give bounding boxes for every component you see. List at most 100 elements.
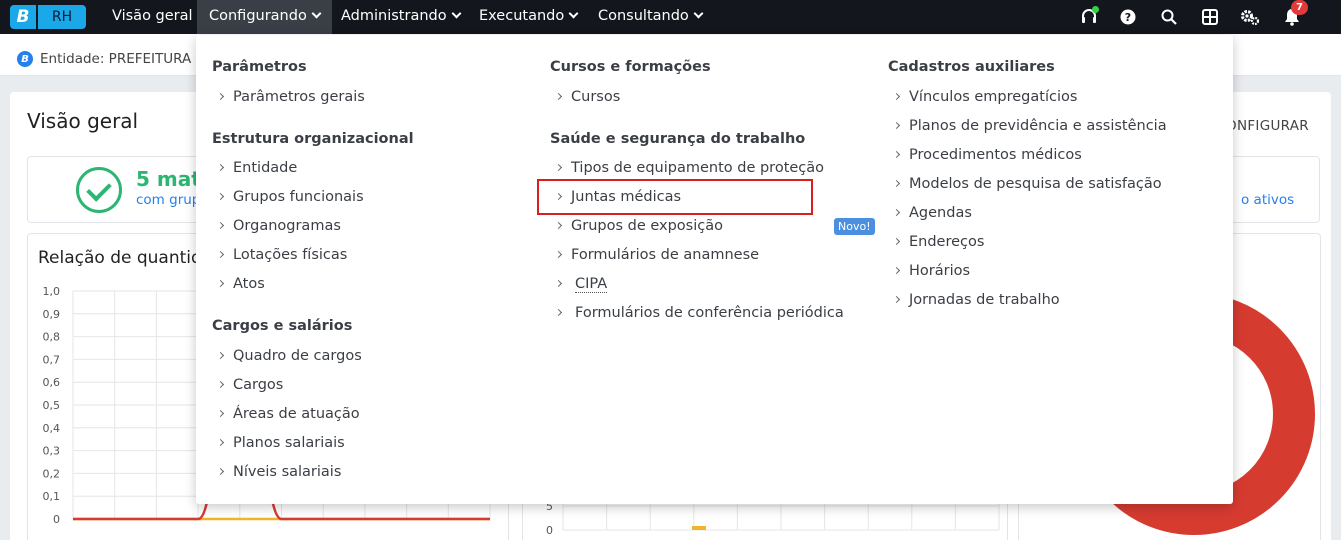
settings-icon[interactable]: [1240, 7, 1260, 27]
nav-consultando[interactable]: Consultando: [586, 0, 714, 34]
chevron-right-icon: [216, 438, 225, 447]
nav-configurando[interactable]: Configurando: [197, 0, 332, 34]
svg-text:?: ?: [1125, 11, 1131, 24]
logo-rh: RH: [36, 5, 86, 29]
menu-group-saude: Saúde e segurança do trabalho: [550, 131, 806, 147]
y-tick-label: 0,4: [43, 422, 61, 435]
nav-label: Visão geral: [112, 8, 193, 24]
chevron-right-icon: [216, 92, 225, 101]
chevron-right-icon: [892, 237, 901, 246]
menu-item-atos[interactable]: Atos: [216, 276, 265, 292]
menu-item-grupos-de-exposicao[interactable]: Grupos de exposição: [554, 218, 723, 234]
notification-badge: 7: [1291, 0, 1308, 15]
app-logo[interactable]: B RH: [10, 5, 86, 29]
menu-item-planos-salariais[interactable]: Planos salariais: [216, 435, 345, 451]
chevron-right-icon: [554, 92, 563, 101]
chevron-right-icon: [892, 266, 901, 275]
chevron-right-icon: [216, 192, 225, 201]
menu-item-horarios[interactable]: Horários: [892, 263, 971, 279]
menu-item-procedimentos-medicos[interactable]: Procedimentos médicos: [892, 147, 1082, 163]
menu-group-cursos: Cursos e formações: [550, 59, 711, 75]
bar-chart: 50: [546, 504, 1000, 537]
chevron-right-icon: [892, 150, 901, 159]
logo-b: B: [10, 5, 36, 29]
y-tick-label: 5: [546, 504, 553, 513]
menu-group-estrutura: Estrutura organizacional: [212, 131, 414, 147]
menu-item-label: Horários: [909, 263, 971, 279]
chevron-right-icon: [892, 208, 901, 217]
menu-item-entidade[interactable]: Entidade: [216, 160, 297, 176]
menu-item-label: Formulários de anamnese: [571, 247, 760, 263]
menu-item-label: Organogramas: [233, 218, 341, 234]
help-icon[interactable]: ?: [1118, 7, 1138, 27]
chevron-right-icon: [216, 221, 225, 230]
menu-item-modelos-pesquisa[interactable]: Modelos de pesquisa de satisfação: [892, 176, 1162, 192]
apps-grid-icon[interactable]: [1200, 7, 1220, 27]
nav-label: Configurando: [209, 8, 307, 24]
menu-item-enderecos[interactable]: Endereços: [892, 234, 984, 250]
menu-item-label: Modelos de pesquisa de satisfação: [909, 176, 1162, 192]
menu-item-label: Planos de previdência e assistência: [909, 118, 1167, 134]
menu-item-parametros-gerais[interactable]: Parâmetros gerais: [216, 89, 365, 105]
chart-title: Relação de quantid: [38, 248, 202, 268]
menu-item-label: Áreas de atuação: [233, 406, 360, 422]
menu-item-cursos[interactable]: Cursos: [554, 89, 620, 105]
summary-link[interactable]: com grup: [136, 192, 200, 208]
menu-item-planos-previdencia[interactable]: Planos de previdência e assistência: [892, 118, 1167, 134]
y-tick-label: 0,1: [43, 490, 61, 503]
chevron-right-icon: [892, 295, 901, 304]
entity-label[interactable]: Entidade: PREFEITURA D: [40, 51, 206, 67]
menu-item-quadro-de-cargos[interactable]: Quadro de cargos: [216, 348, 362, 364]
chevron-right-icon: [554, 163, 563, 172]
menu-item-areas-de-atuacao[interactable]: Áreas de atuação: [216, 406, 360, 422]
menu-item-label: Quadro de cargos: [233, 348, 362, 364]
configurando-menu: Parâmetros Parâmetros gerais Estrutura o…: [196, 35, 1233, 504]
chevron-right-icon: [892, 121, 901, 130]
y-tick-label: 0: [53, 513, 60, 526]
page-title: Visão geral: [27, 109, 139, 133]
nav-visao-geral[interactable]: Visão geral: [100, 0, 205, 34]
menu-item-cipa[interactable]: CIPA: [554, 276, 608, 293]
menu-item-label: Jornadas de trabalho: [909, 292, 1060, 308]
menu-item-jornadas[interactable]: Jornadas de trabalho: [892, 292, 1060, 308]
menu-item-formularios-conferencia[interactable]: Formulários de conferência periódica: [554, 305, 844, 321]
chevron-right-icon: [216, 380, 225, 389]
chevron-down-icon: [693, 8, 704, 19]
y-tick-label: 0,3: [43, 445, 61, 458]
chevron-down-icon: [311, 8, 322, 19]
menu-item-grupos-funcionais[interactable]: Grupos funcionais: [216, 189, 364, 205]
chevron-right-icon: [216, 409, 225, 418]
menu-item-formularios-anamnese[interactable]: Formulários de anamnese: [554, 247, 760, 263]
y-tick-label: 0,8: [43, 331, 61, 344]
chevron-right-icon: [554, 250, 563, 259]
menu-item-label: Lotações físicas: [233, 247, 348, 263]
menu-item-label: Tipos de equipamento de proteção: [571, 160, 825, 176]
chevron-right-icon: [554, 221, 563, 230]
search-icon[interactable]: [1159, 7, 1179, 27]
chevron-right-icon: [216, 351, 225, 360]
nav-administrando[interactable]: Administrando: [329, 0, 472, 34]
menu-item-lotacoes-fisicas[interactable]: Lotações físicas: [216, 247, 348, 263]
menu-item-label: Cargos: [233, 377, 284, 393]
summary-right-link[interactable]: o ativos: [1241, 192, 1294, 208]
menu-item-vinculos[interactable]: Vínculos empregatícios: [892, 89, 1078, 105]
y-tick-label: 1,0: [43, 285, 61, 298]
nav-executando[interactable]: Executando: [467, 0, 589, 34]
menu-item-tipos-equipamento[interactable]: Tipos de equipamento de proteção: [554, 160, 825, 176]
nav-label: Executando: [479, 8, 565, 24]
menu-item-label: Planos salariais: [233, 435, 345, 451]
y-tick-label: 0,7: [43, 353, 61, 366]
menu-item-label: Formulários de conferência periódica: [575, 305, 844, 321]
menu-item-cargos[interactable]: Cargos: [216, 377, 284, 393]
menu-item-niveis-salariais[interactable]: Níveis salariais: [216, 464, 341, 480]
menu-item-organogramas[interactable]: Organogramas: [216, 218, 341, 234]
nav-label: Consultando: [598, 8, 689, 24]
y-tick-label: 0: [546, 524, 553, 537]
online-status-dot: [1092, 6, 1099, 13]
menu-item-agendas[interactable]: Agendas: [892, 205, 972, 221]
chevron-right-icon: [216, 163, 225, 172]
chevron-right-icon: [554, 279, 563, 288]
menu-item-label: Atos: [233, 276, 265, 292]
top-navbar: B RH Visão geral Configurando Administra…: [0, 0, 1341, 34]
menu-item-label: Vínculos empregatícios: [909, 89, 1078, 105]
